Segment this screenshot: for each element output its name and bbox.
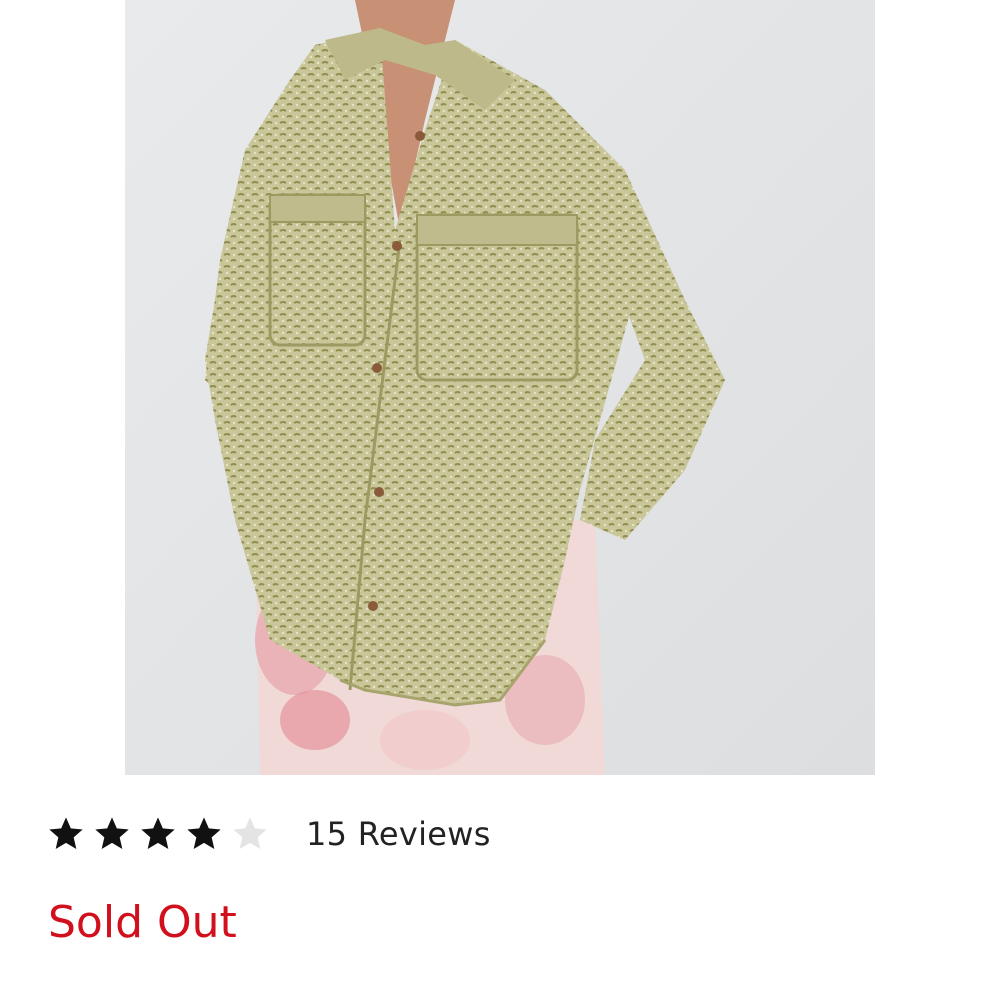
rating-row[interactable]: 15 Reviews <box>46 806 491 862</box>
star-filled-icon <box>49 817 83 849</box>
star-empty-icon <box>233 817 267 849</box>
product-image[interactable] <box>125 0 875 775</box>
product-photo <box>125 0 875 775</box>
star-filled-icon <box>141 817 175 849</box>
star-filled-icon <box>95 817 129 849</box>
star-rating <box>46 814 276 854</box>
star-filled-icon <box>187 817 221 849</box>
availability-status: Sold Out <box>48 897 237 948</box>
review-count-link[interactable]: 15 Reviews <box>306 815 491 853</box>
product-page: 15 Reviews Sold Out <box>0 0 1000 1000</box>
